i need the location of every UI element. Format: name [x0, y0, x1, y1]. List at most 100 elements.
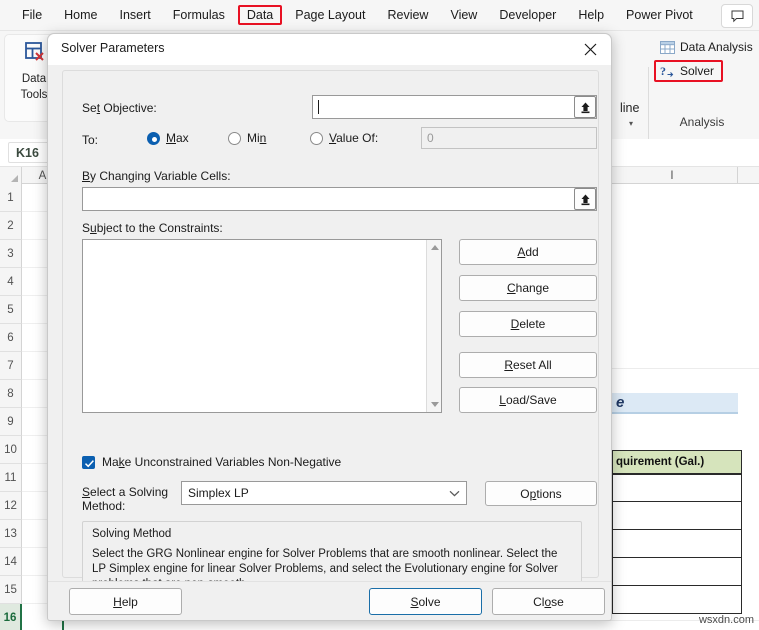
checkmark-icon — [84, 459, 94, 467]
row-header-13[interactable]: 13 — [0, 520, 22, 548]
help-label: Help — [113, 594, 138, 609]
load-save-button[interactable]: Load/Save — [459, 387, 597, 413]
set-objective-input[interactable] — [312, 95, 597, 119]
add-constraint-button[interactable]: Add — [459, 239, 597, 265]
radio-min[interactable]: Min — [228, 131, 266, 145]
help-button[interactable]: Help — [69, 588, 182, 615]
row-header-9[interactable]: 9 — [0, 408, 22, 436]
row-header-1[interactable]: 1 — [0, 184, 22, 212]
sheet-data-cell-4[interactable] — [612, 558, 742, 586]
constraints-listbox[interactable] — [82, 239, 442, 413]
ribbon-tab-developer[interactable]: Developer — [490, 5, 565, 25]
row-header-5[interactable]: 5 — [0, 296, 22, 324]
column-i-content: e quirement (Gal.) $0.00 $0.00 $0.00 — [607, 368, 759, 630]
row-header-6[interactable]: 6 — [0, 324, 22, 352]
radio-value-of-label: Value Of: — [329, 131, 379, 145]
row-header-4[interactable]: 4 — [0, 268, 22, 296]
dialog-title: Solver Parameters — [61, 41, 165, 55]
change-label: Change — [506, 281, 550, 295]
text-caret — [318, 100, 319, 114]
data-analysis-button[interactable]: Data Analysis — [660, 40, 753, 54]
column-header-i[interactable]: I — [607, 167, 738, 184]
ribbon-tab-formulas[interactable]: Formulas — [164, 5, 234, 25]
scroll-down-button[interactable] — [427, 397, 442, 412]
close-button[interactable]: Close — [492, 588, 605, 615]
sheet-header-cell[interactable]: quirement (Gal.) — [612, 450, 742, 474]
solve-button[interactable]: Solve — [369, 588, 482, 615]
radio-max[interactable]: Max — [147, 131, 189, 145]
non-negative-label: Make Unconstrained Variables Non-Negativ… — [102, 455, 342, 469]
row-header-7[interactable]: 7 — [0, 352, 22, 380]
row-header-15[interactable]: 15 — [0, 576, 22, 604]
sheet-data-cell-3[interactable] — [612, 530, 742, 558]
ribbon-tab-data[interactable]: Data — [237, 5, 283, 25]
to-label: To: — [82, 133, 99, 147]
load-save-label: Load/Save — [499, 393, 557, 407]
chevron-down-icon — [449, 490, 460, 496]
solver-button[interactable]: ? Solver — [654, 60, 724, 82]
set-objective-collapse-button[interactable] — [574, 96, 596, 118]
reset-all-label: Reset All — [504, 358, 552, 372]
sheet-data-cell-5[interactable] — [612, 586, 742, 614]
sheet-data-cell-1[interactable] — [612, 474, 742, 502]
change-constraint-button[interactable]: Change — [459, 275, 597, 301]
reset-all-button[interactable]: Reset All — [459, 352, 597, 378]
row-header-11[interactable]: 11 — [0, 464, 22, 492]
row-header-16[interactable]: 16 — [0, 604, 22, 630]
ribbon-tab-home[interactable]: Home — [55, 5, 106, 25]
column-header-next[interactable] — [738, 167, 759, 184]
outline-dropdown-caret[interactable]: ▾ — [629, 119, 633, 128]
close-label: Close — [533, 594, 564, 609]
options-button[interactable]: Options — [485, 481, 597, 506]
row-header-2[interactable]: 2 — [0, 212, 22, 240]
changing-cells-collapse-button[interactable] — [574, 188, 596, 210]
solving-method-select[interactable]: Simplex LP — [181, 481, 467, 505]
delete-label: Delete — [510, 317, 546, 331]
radio-value-of[interactable]: Value Of: — [310, 131, 378, 145]
close-icon — [584, 43, 596, 56]
radio-min-indicator — [228, 131, 241, 145]
value-of-input[interactable]: 0 — [421, 127, 597, 149]
radio-max-label: Max — [166, 131, 189, 145]
data-analysis-label: Data Analysis — [680, 40, 753, 54]
excel-window: File Home Insert Formulas Data Page Layo… — [0, 0, 759, 630]
ribbon-tab-help[interactable]: Help — [569, 5, 613, 25]
row-header-8[interactable]: 8 — [0, 380, 22, 408]
ribbon-tab-strip: File Home Insert Formulas Data Page Layo… — [0, 0, 759, 31]
delete-constraint-button[interactable]: Delete — [459, 311, 597, 337]
changing-cells-label: By Changing Variable Cells: — [82, 169, 231, 183]
ribbon-tab-page-layout[interactable]: Page Layout — [286, 5, 374, 25]
row-header-12[interactable]: 12 — [0, 492, 22, 520]
non-negative-checkbox[interactable]: Make Unconstrained Variables Non-Negativ… — [82, 455, 341, 469]
ribbon-tab-power-pivot[interactable]: Power Pivot — [617, 5, 702, 25]
ribbon-tab-file[interactable]: File — [13, 5, 51, 25]
solving-method-selected-value: Simplex LP — [188, 486, 249, 500]
sheet-title-cell[interactable]: e — [607, 393, 738, 414]
changing-cells-input[interactable] — [82, 187, 597, 211]
data-tools-icon — [25, 42, 44, 61]
scroll-up-arrow-icon — [430, 245, 439, 250]
solving-method-dropdown-arrow[interactable] — [444, 483, 465, 503]
dialog-title-bar[interactable]: Solver Parameters — [48, 34, 611, 65]
solving-method-info-title: Solving Method — [92, 528, 172, 540]
scroll-up-button[interactable] — [427, 240, 442, 255]
dialog-body: Set Objective: To: Max Min Value Of: 0 B… — [48, 65, 611, 605]
ribbon-tab-view[interactable]: View — [441, 5, 486, 25]
constraints-scrollbar[interactable] — [426, 240, 441, 412]
solver-label: Solver — [680, 64, 715, 78]
row-header-10[interactable]: 10 — [0, 436, 22, 464]
sheet-data-cell-2[interactable] — [612, 502, 742, 530]
row-header-3[interactable]: 3 — [0, 240, 22, 268]
comment-button[interactable] — [721, 4, 753, 28]
ribbon-tab-insert[interactable]: Insert — [111, 5, 160, 25]
row-header-14[interactable]: 14 — [0, 548, 22, 576]
scroll-down-arrow-icon — [430, 402, 439, 407]
ribbon-group-divider — [648, 67, 649, 147]
constraints-label: Subject to the Constraints: — [82, 221, 223, 235]
radio-value-of-indicator — [310, 131, 323, 145]
select-all-corner[interactable] — [0, 167, 22, 184]
solving-method-label-line1: Select a Solving — [82, 485, 169, 499]
corner-triangle-icon — [11, 175, 18, 182]
dialog-close-button[interactable] — [573, 37, 607, 62]
ribbon-tab-review[interactable]: Review — [378, 5, 437, 25]
